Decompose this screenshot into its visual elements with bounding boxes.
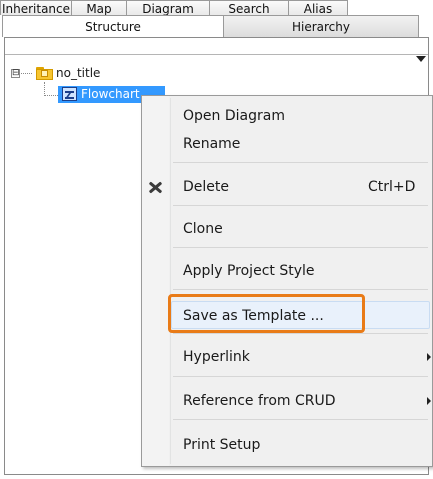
menu-separator — [173, 205, 428, 206]
tree-root-label[interactable]: no_title — [56, 66, 100, 80]
tab-hierarchy[interactable]: Hierarchy — [223, 15, 419, 37]
tab-map[interactable]: Map — [71, 0, 127, 15]
folder-icon — [36, 67, 53, 80]
menu-item-label: Open Diagram — [183, 108, 285, 124]
tab-diagram[interactable]: Diagram — [126, 0, 210, 15]
context-menu: Open Diagram Rename Delete Ctrl+D Clone … — [141, 95, 433, 467]
menu-separator — [173, 247, 428, 248]
submenu-arrow-icon — [427, 353, 431, 361]
menu-item-label: Clone — [183, 221, 223, 237]
menu-item-label: Reference from CRUD — [183, 393, 336, 409]
menu-item-label: Delete — [183, 179, 229, 195]
top-tab-strip: Inheritance Map Diagram Search Alias — [0, 0, 433, 15]
menu-separator — [173, 419, 428, 420]
menu-item-label: Save as Template ... — [183, 308, 324, 324]
tab-alias[interactable]: Alias — [288, 0, 348, 15]
tab-inheritance[interactable]: Inheritance — [0, 0, 72, 15]
tree-collapse-toggle-icon[interactable]: ⊟ — [11, 69, 20, 78]
menu-separator — [173, 376, 428, 377]
flowchart-diagram-icon — [62, 87, 77, 101]
delete-icon — [147, 179, 163, 195]
menu-item-label: Hyperlink — [183, 349, 250, 365]
menu-icon-gutter — [142, 96, 169, 466]
panel-dropdown-arrow-icon[interactable] — [416, 56, 426, 62]
tab-structure[interactable]: Structure — [2, 15, 224, 37]
tree-connector-line — [21, 73, 32, 74]
tree-connector-line — [44, 82, 45, 96]
menu-item-label: Apply Project Style — [183, 263, 315, 279]
menu-separator — [173, 333, 428, 334]
menu-item-label: Rename — [183, 136, 241, 152]
tab-search[interactable]: Search — [209, 0, 289, 15]
menu-separator — [173, 289, 428, 290]
submenu-arrow-icon — [427, 397, 431, 405]
bottom-tab-strip: Structure Hierarchy — [0, 15, 433, 37]
menu-item-label: Print Setup — [183, 437, 261, 453]
menu-item-shortcut: Ctrl+D — [368, 179, 416, 195]
menu-gutter-divider — [170, 98, 171, 464]
menu-separator — [173, 162, 428, 163]
panel-header-divider — [5, 54, 428, 55]
